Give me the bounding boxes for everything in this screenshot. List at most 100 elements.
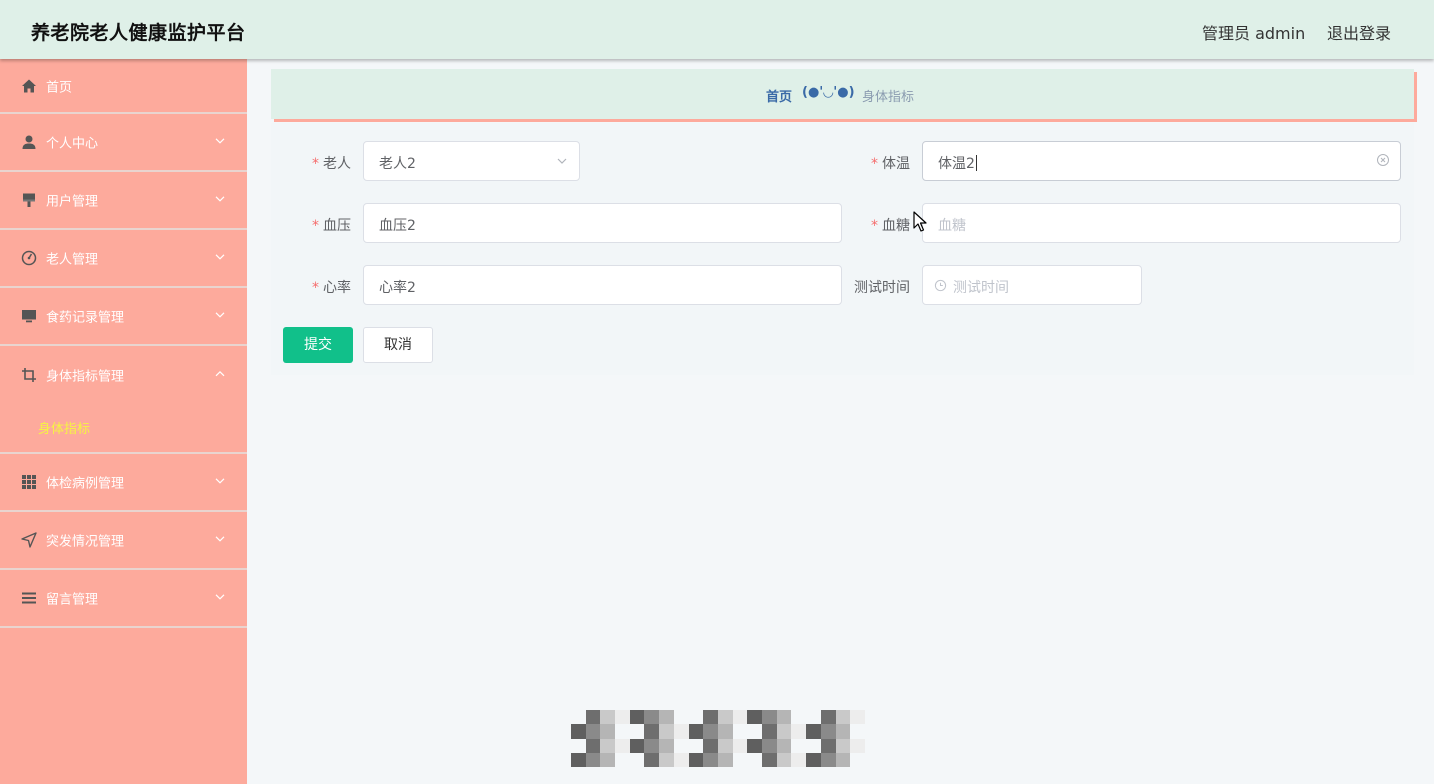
app-title: 养老院老人健康监护平台: [31, 22, 246, 44]
heart-rate-input-value: 心率2: [379, 280, 416, 296]
mosaic-cell: [732, 710, 748, 725]
navigation-icon: [21, 532, 37, 548]
test-time-picker[interactable]: 测试时间: [922, 265, 1142, 305]
chevron-down-icon: [215, 196, 225, 202]
temperature-label: * 体温: [871, 156, 910, 172]
mosaic-cell: [732, 738, 748, 753]
blood-pressure-input[interactable]: 血压2: [363, 203, 842, 243]
pixelated-watermark: [571, 710, 865, 767]
temperature-input[interactable]: 体温2: [922, 141, 1401, 181]
breadcrumb-separator: (●'◡'●): [802, 85, 855, 100]
mosaic-cell: [732, 752, 748, 767]
chevron-down-icon: [215, 138, 225, 144]
breadcrumb-home-link[interactable]: 首页: [766, 86, 792, 105]
mosaic-cell: [762, 710, 777, 725]
heart-rate-label: * 心率: [312, 280, 351, 296]
blood-sugar-placeholder: 血糖: [938, 218, 966, 234]
blood-pressure-label: * 血压: [312, 218, 351, 234]
sidebar-item-label: 体检病例管理: [46, 476, 125, 492]
mosaic-cell: [747, 724, 763, 739]
text-caret: [975, 155, 977, 171]
mosaic-cell: [835, 724, 851, 739]
mosaic-cell: [806, 752, 821, 767]
blood-sugar-label: * 血糖: [871, 218, 910, 234]
mosaic-cell: [717, 724, 733, 739]
mosaic-cell: [644, 738, 660, 753]
mosaic-cell: [806, 724, 821, 739]
sidebar-item-personal-center[interactable]: 个人中心: [0, 114, 247, 172]
mosaic-cell: [762, 724, 777, 739]
mosaic-cell: [703, 738, 718, 753]
chevron-down-icon: [215, 254, 225, 260]
mosaic-cell: [673, 724, 689, 739]
mosaic-cell: [659, 724, 674, 739]
clear-icon[interactable]: [1376, 153, 1390, 167]
mosaic-cell: [762, 752, 777, 767]
mosaic-cell: [762, 738, 777, 753]
logout-link[interactable]: 退出登录: [1327, 20, 1391, 44]
sidebar-item-exam-case-management[interactable]: 体检病例管理: [0, 454, 247, 512]
sidebar-item-home[interactable]: 首页: [0, 59, 247, 114]
gauge-icon: [21, 250, 37, 266]
crop-icon: [21, 367, 37, 383]
mouse-cursor-icon: [913, 211, 927, 232]
mosaic-cell: [835, 738, 851, 753]
submit-button[interactable]: 提交: [283, 327, 353, 363]
mosaic-cell: [600, 710, 616, 725]
mosaic-cell: [791, 752, 807, 767]
mosaic-cell: [673, 738, 689, 753]
current-user: 管理员 admin: [1202, 24, 1306, 43]
mosaic-cell: [585, 738, 601, 753]
sidebar-item-label: 突发情况管理: [46, 534, 125, 550]
top-header: 养老院老人健康监护平台 管理员 admin 退出登录: [0, 0, 1434, 59]
mosaic-cell: [688, 738, 704, 753]
sidebar-item-body-indicator-management[interactable]: 身体指标管理: [0, 346, 247, 404]
breadcrumb-current: 身体指标: [862, 90, 915, 105]
sidebar-item-food-medicine-records[interactable]: 食药记录管理: [0, 288, 247, 346]
mosaic-cell: [820, 724, 836, 739]
mosaic-cell: [747, 738, 763, 753]
elder-select[interactable]: 老人2: [363, 141, 580, 181]
chevron-down-icon: [215, 594, 225, 600]
mosaic-cell: [571, 738, 586, 753]
mosaic-cell: [850, 738, 865, 753]
mosaic-cell: [835, 710, 851, 725]
mosaic-cell: [659, 710, 674, 725]
sidebar-item-elder-management[interactable]: 老人管理: [0, 230, 247, 288]
mosaic-cell: [571, 752, 586, 767]
sidebar-item-label: 个人中心: [46, 136, 99, 152]
mosaic-cell: [644, 752, 660, 767]
sidebar-item-user-management[interactable]: 用户管理: [0, 172, 247, 230]
mosaic-cell: [850, 752, 865, 767]
mosaic-cell: [850, 710, 865, 725]
mosaic-cell: [776, 752, 792, 767]
test-time-label: 测试时间: [854, 280, 910, 296]
sidebar-item-emergency-management[interactable]: 突发情况管理: [0, 512, 247, 570]
mosaic-cell: [644, 724, 660, 739]
sidebar-item-message-management[interactable]: 留言管理: [0, 570, 247, 628]
mosaic-cell: [615, 738, 630, 753]
sidebar: 首页 个人中心 用户管理 老人管理 食药记录管理 身体指标管理 身体指标 体检病…: [0, 59, 247, 784]
chevron-down-icon: [557, 158, 567, 164]
mosaic-cell: [717, 710, 733, 725]
blood-sugar-input[interactable]: 血糖: [922, 203, 1401, 243]
cancel-button[interactable]: 取消: [363, 327, 433, 363]
elder-select-value: 老人2: [379, 156, 416, 172]
mosaic-cell: [615, 710, 630, 725]
mosaic-cell: [659, 752, 674, 767]
sidebar-item-label: 身体指标管理: [46, 369, 125, 385]
heart-rate-input[interactable]: 心率2: [363, 265, 842, 305]
sidebar-subitem-body-indicator[interactable]: 身体指标: [0, 404, 247, 454]
sidebar-item-label: 留言管理: [46, 592, 99, 608]
mosaic-cell: [673, 752, 689, 767]
mosaic-cell: [703, 752, 718, 767]
mosaic-cell: [717, 752, 733, 767]
mosaic-cell: [776, 738, 792, 753]
mosaic-cell: [688, 724, 704, 739]
mosaic-cell: [791, 710, 807, 725]
mosaic-cell: [571, 710, 586, 725]
mosaic-cell: [600, 738, 616, 753]
mosaic-cell: [820, 710, 836, 725]
mosaic-cell: [806, 710, 821, 725]
sidebar-item-label: 食药记录管理: [46, 310, 125, 326]
